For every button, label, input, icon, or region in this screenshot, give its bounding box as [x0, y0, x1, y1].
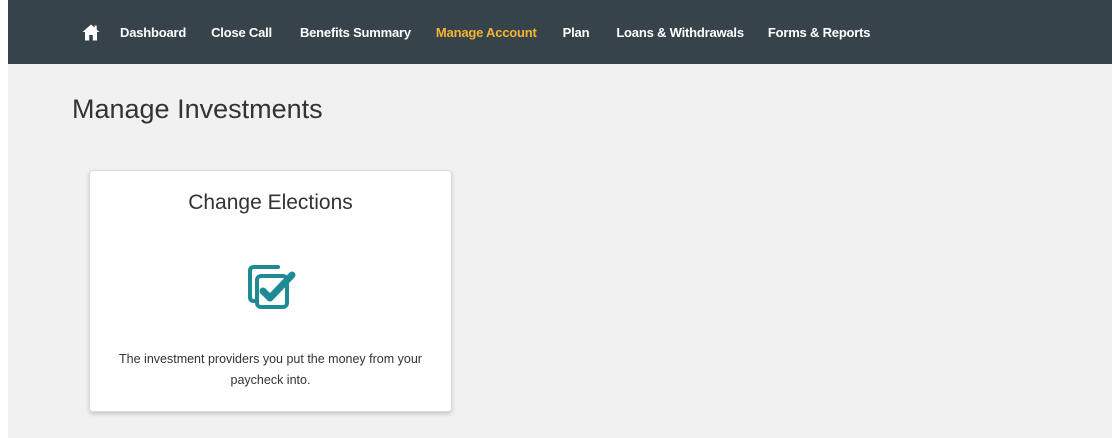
- nav-item-benefits-summary[interactable]: Benefits Summary: [300, 25, 411, 40]
- nav-item-dashboard[interactable]: Dashboard: [120, 25, 186, 40]
- change-elections-card[interactable]: Change Elections The investment provider…: [89, 170, 452, 412]
- nav-menu: Dashboard Close Call Benefits Summary Ma…: [120, 0, 871, 64]
- nav-item-close-call[interactable]: Close Call: [211, 25, 272, 40]
- card-description: The investment providers you put the mon…: [119, 352, 422, 387]
- home-button[interactable]: [81, 22, 101, 42]
- nav-item-plan[interactable]: Plan: [563, 25, 590, 40]
- nav-item-loans-withdrawals[interactable]: Loans & Withdrawals: [616, 25, 744, 40]
- nav-item-forms-reports[interactable]: Forms & Reports: [768, 25, 871, 40]
- nav-item-manage-account[interactable]: Manage Account: [436, 25, 537, 40]
- top-navigation-bar: Dashboard Close Call Benefits Summary Ma…: [8, 0, 1112, 64]
- page-title: Manage Investments: [72, 94, 323, 124]
- stacked-checkbox-icon: [244, 261, 298, 311]
- home-icon: [82, 24, 100, 41]
- card-title: Change Elections: [188, 191, 353, 214]
